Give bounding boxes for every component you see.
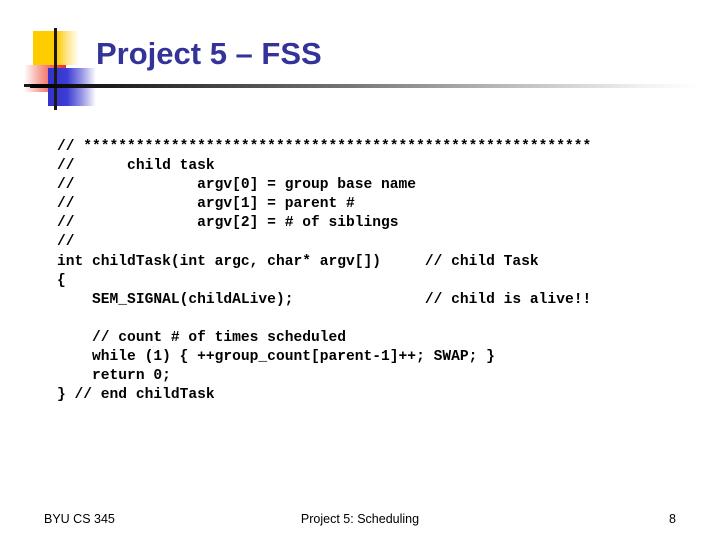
footer-page-number: 8 xyxy=(669,512,676,526)
code-line: // argv[2] = # of siblings xyxy=(57,215,399,232)
slide-canvas: Project 5 – FSS // *********************… xyxy=(0,0,720,540)
code-block: // *************************************… xyxy=(57,138,707,405)
footer-subject-label: Project 5: Scheduling xyxy=(300,512,420,526)
code-line: while (1) { ++group_count[parent-1]++; S… xyxy=(57,349,495,366)
code-line: SEM_SIGNAL(childALive); // child is aliv… xyxy=(57,291,592,308)
code-line: // argv[1] = parent # xyxy=(57,196,355,213)
code-line: int childTask(int argc, char* argv[]) //… xyxy=(57,253,539,270)
code-line: // *************************************… xyxy=(57,139,592,155)
code-line: // child task xyxy=(57,158,215,175)
code-line: return 0; xyxy=(57,368,171,385)
code-line: // xyxy=(57,234,75,251)
slide-title: Project 5 – FSS xyxy=(96,36,322,71)
title-divider xyxy=(30,84,698,88)
code-line: // count # of times scheduled xyxy=(57,329,347,346)
code-line: } // end childTask xyxy=(57,387,215,404)
code-line: // argv[0] = group base name xyxy=(57,177,417,194)
powerpoint-design-logo xyxy=(24,28,96,110)
logo-vertical-rule xyxy=(54,28,57,110)
slide-footer: BYU CS 345 Project 5: Scheduling 8 xyxy=(44,512,676,532)
code-line: { xyxy=(57,272,66,289)
